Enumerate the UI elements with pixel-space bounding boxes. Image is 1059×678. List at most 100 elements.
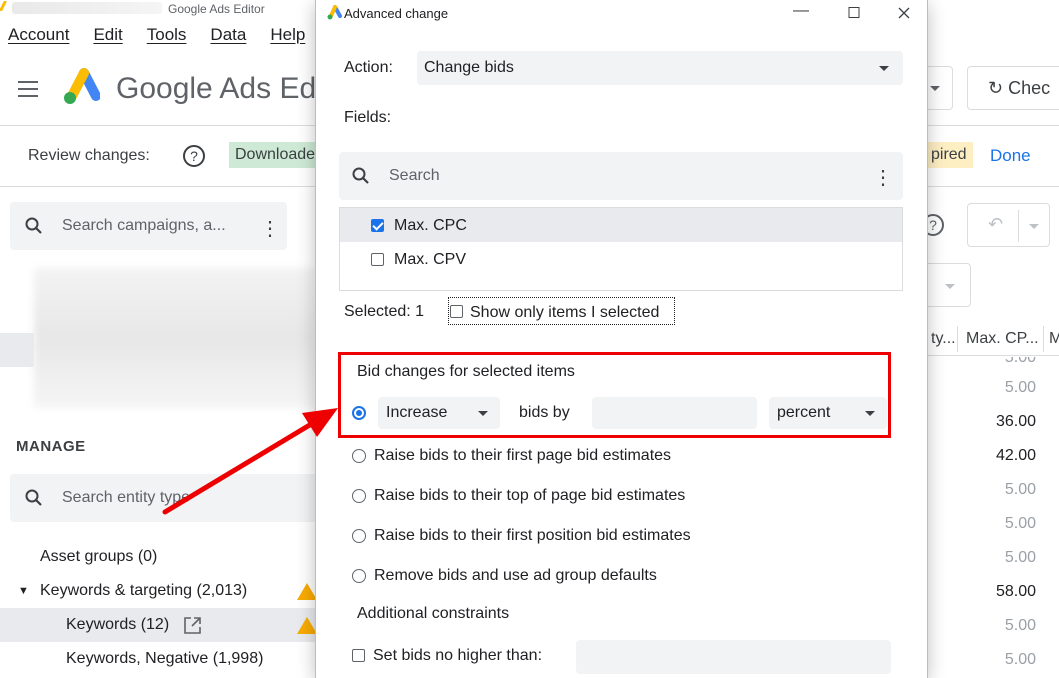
- field-search[interactable]: Search ⋮: [339, 152, 903, 200]
- hamburger-menu-icon[interactable]: [18, 81, 38, 102]
- undo-icon: ↶: [988, 214, 1004, 234]
- tree-item-label: Asset groups (0): [40, 548, 158, 565]
- tree-item-asset-groups[interactable]: Asset groups (0): [0, 540, 330, 574]
- max-cpc-checkbox[interactable]: [371, 219, 384, 232]
- bid-amount-input[interactable]: [592, 397, 757, 429]
- campaign-search-placeholder: Search campaigns, a...: [62, 217, 226, 234]
- campaign-search[interactable]: Search campaigns, a... ⋮: [10, 202, 287, 250]
- post-dropdown-button[interactable]: [925, 66, 953, 110]
- entity-type-search[interactable]: Search entity type: [10, 474, 320, 522]
- close-icon[interactable]: [894, 7, 914, 19]
- grid-cell[interactable]: 5.00: [925, 643, 1059, 677]
- field-item-max-cpc[interactable]: Max. CPC: [340, 208, 902, 242]
- warning-icon: [297, 583, 317, 600]
- grid-cell[interactable]: 5.00: [925, 609, 1059, 643]
- more-options-icon[interactable]: ⋮: [873, 165, 893, 190]
- option-label: Raise bids to their first position bid e…: [374, 527, 691, 544]
- grid-cell[interactable]: 5.00: [925, 473, 1059, 507]
- field-search-placeholder: Search: [389, 167, 440, 184]
- check-changes-label: Chec: [1008, 78, 1051, 98]
- manage-heading: MANAGE: [16, 438, 86, 455]
- grid-cell[interactable]: 58.00: [925, 575, 1059, 609]
- chevron-down-icon: [879, 66, 889, 71]
- grid-cell[interactable]: 5.00: [925, 541, 1059, 575]
- help-icon[interactable]: ?: [183, 145, 205, 167]
- warning-icon: [297, 617, 317, 634]
- fields-label: Fields:: [344, 109, 392, 126]
- maximize-icon[interactable]: [844, 7, 864, 18]
- action-label: Action:: [344, 59, 393, 76]
- tree-item-label: Keywords & targeting (2,013): [40, 582, 248, 599]
- menu-edit[interactable]: Edit: [93, 25, 122, 45]
- check-changes-button[interactable]: ↻ Chec: [967, 66, 1059, 110]
- max-bid-checkbox[interactable]: [352, 649, 365, 662]
- chevron-down-icon: [945, 284, 955, 289]
- expired-badge: pired: [925, 142, 973, 168]
- column-divider[interactable]: [1043, 326, 1044, 352]
- done-button[interactable]: Done: [990, 146, 1031, 166]
- column-header-type[interactable]: ty...: [931, 330, 956, 348]
- column-header-next[interactable]: M: [1049, 330, 1059, 348]
- remove-bids-radio[interactable]: [352, 569, 366, 583]
- chevron-down-icon: [930, 86, 940, 91]
- downloaded-badge: Downloade: [229, 142, 322, 168]
- chevron-down-icon[interactable]: [1029, 224, 1039, 229]
- caret-down-icon[interactable]: ▼: [18, 574, 29, 608]
- grid-header: ty... Max. CP... M: [925, 322, 1059, 356]
- field-item-max-cpv[interactable]: Max. CPV: [340, 242, 902, 276]
- tree-item-negative-keywords[interactable]: Keywords, Negative (1,998): [0, 642, 330, 676]
- first-position-radio[interactable]: [352, 529, 366, 543]
- top-of-page-radio[interactable]: [352, 489, 366, 503]
- grid-cell[interactable]: 36.00: [925, 405, 1059, 439]
- grid-cell[interactable]: 5.00: [925, 357, 1059, 371]
- tree-item-keywords-targeting[interactable]: ▼ Keywords & targeting (2,013): [0, 574, 330, 608]
- minimize-icon[interactable]: —: [791, 2, 811, 20]
- menu-help[interactable]: Help: [270, 25, 305, 45]
- open-in-new-icon[interactable]: [183, 616, 202, 635]
- menu-bar: Account Edit Tools Data Help: [8, 25, 305, 45]
- tree-item-keywords[interactable]: Keywords (12): [0, 608, 330, 642]
- column-divider[interactable]: [957, 326, 958, 352]
- grid-cell[interactable]: 5.00: [925, 507, 1059, 541]
- action-select[interactable]: Change bids: [417, 51, 903, 85]
- menu-tools[interactable]: Tools: [147, 25, 187, 45]
- change-bids-radio[interactable]: [352, 406, 366, 420]
- button-divider: [1018, 210, 1019, 242]
- window-title: Google Ads Editor: [168, 2, 265, 16]
- direction-select[interactable]: Increase: [378, 397, 500, 429]
- search-icon: [352, 167, 369, 184]
- direction-select-value: Increase: [386, 404, 448, 421]
- chevron-down-icon: [478, 411, 488, 416]
- view-dropdown-button[interactable]: [925, 263, 971, 307]
- field-item-label: Max. CPC: [394, 217, 467, 234]
- refresh-icon: ↻: [988, 78, 1004, 98]
- more-options-icon[interactable]: ⋮: [260, 216, 280, 241]
- chevron-down-icon: [865, 411, 875, 416]
- show-only-selected-checkbox[interactable]: [450, 305, 463, 318]
- max-cpv-checkbox[interactable]: [371, 253, 384, 266]
- first-page-radio[interactable]: [352, 449, 366, 463]
- show-only-selected-toggle[interactable]: Show only items I selected: [448, 297, 675, 325]
- undo-button[interactable]: ↶: [967, 203, 1050, 247]
- column-header-max-cpc[interactable]: Max. CP...: [966, 330, 1039, 348]
- google-ads-logo-icon: [64, 68, 100, 104]
- bids-by-label: bids by: [519, 404, 570, 421]
- tree-item-label: Keywords (12): [66, 616, 170, 633]
- entity-search-placeholder: Search entity type: [62, 489, 191, 506]
- action-select-value: Change bids: [424, 59, 514, 76]
- grid-cell[interactable]: 42.00: [925, 439, 1059, 473]
- grid-cell[interactable]: 5.00: [925, 371, 1059, 405]
- app-brand-name: Google Ads Edi: [116, 72, 323, 105]
- google-ads-logo-icon: [0, 1, 7, 11]
- field-list: Max. CPC Max. CPV: [339, 207, 903, 291]
- unit-select[interactable]: percent: [769, 397, 887, 429]
- bid-changes-heading: Bid changes for selected items: [357, 363, 575, 380]
- search-icon: [25, 217, 42, 234]
- max-bid-input[interactable]: [576, 640, 891, 674]
- option-label: Raise bids to their top of page bid esti…: [374, 487, 686, 504]
- selected-count: Selected: 1: [344, 303, 425, 320]
- menu-data[interactable]: Data: [210, 25, 246, 45]
- review-changes-label: Review changes:: [28, 147, 150, 164]
- menu-account[interactable]: Account: [8, 25, 69, 45]
- max-bid-label: Set bids no higher than:: [373, 647, 543, 664]
